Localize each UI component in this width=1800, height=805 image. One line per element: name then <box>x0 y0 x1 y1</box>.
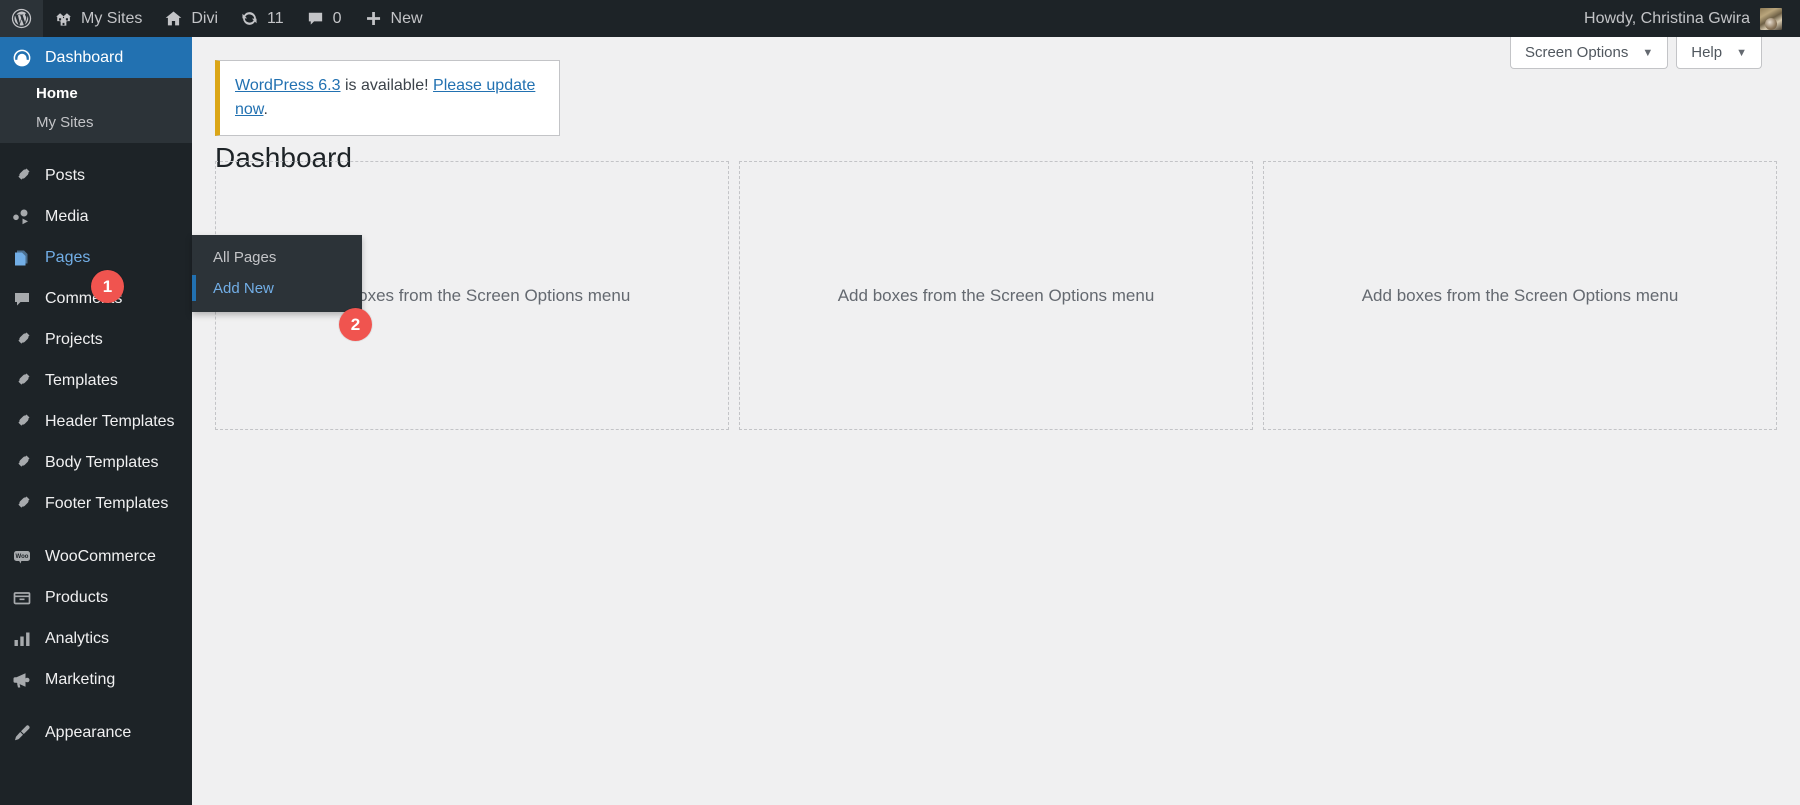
pin-icon <box>12 166 38 186</box>
admin-content-area: Screen Options ▼ Help ▼ WordPress 6.3 is… <box>192 37 1800 805</box>
wordpress-version-link[interactable]: WordPress 6.3 <box>235 77 341 94</box>
menu-separator <box>0 143 192 155</box>
dashboard-column-3[interactable]: Add boxes from the Screen Options menu <box>1263 161 1777 430</box>
submenu-item-home[interactable]: Home <box>0 79 192 108</box>
admin-bar: My Sites Divi 11 0 New Howdy, Christina … <box>0 0 1800 37</box>
flyout-item-all-pages[interactable]: All Pages <box>192 242 362 273</box>
pin-icon <box>12 330 38 350</box>
update-notice: WordPress 6.3 is available! Please updat… <box>215 60 560 136</box>
menu-separator <box>0 524 192 536</box>
pin-icon <box>12 371 38 391</box>
wordpress-logo-button[interactable] <box>0 0 43 37</box>
sidebar-item-label: Posts <box>45 166 86 184</box>
sidebar-item-dashboard[interactable]: Dashboard <box>0 37 200 78</box>
dashboard-submenu: Home My Sites <box>0 78 192 143</box>
chevron-down-icon: ▼ <box>1642 46 1654 59</box>
admin-bar-item-comments[interactable]: 0 <box>295 0 353 37</box>
help-label: Help <box>1691 44 1723 61</box>
submenu-item-my-sites[interactable]: My Sites <box>0 108 192 137</box>
sidebar-item-label: Body Templates <box>45 453 159 471</box>
admin-bar-item-updates[interactable]: 11 <box>229 0 295 37</box>
screen-options-label: Screen Options <box>1524 44 1629 61</box>
products-icon <box>12 588 38 608</box>
dashboard-column-2[interactable]: Add boxes from the Screen Options menu <box>739 161 1253 430</box>
media-icon <box>12 207 38 227</box>
empty-column-text: Add boxes from the Screen Options menu <box>1361 285 1679 305</box>
sidebar-item-label: Products <box>45 588 109 606</box>
admin-bar-account-menu[interactable]: Howdy, Christina Gwira <box>1573 0 1800 37</box>
sidebar-item-label: Marketing <box>45 670 116 688</box>
sidebar-item-marketing[interactable]: Marketing <box>0 659 192 700</box>
avatar <box>1760 7 1782 30</box>
sidebar-item-footer-templates[interactable]: Footer Templates <box>0 483 192 524</box>
step-badge-2: 2 <box>339 308 372 341</box>
admin-bar-label: Divi <box>191 9 219 27</box>
dashboard-icon <box>12 48 38 68</box>
analytics-icon <box>12 629 38 649</box>
updates-icon <box>240 9 259 28</box>
notice-period: . <box>263 101 268 118</box>
dashboard-widget-area: Add boxes from the Screen Options menu A… <box>215 161 1777 430</box>
step-badge-1: 1 <box>91 270 124 303</box>
sidebar-item-media[interactable]: Media <box>0 196 192 237</box>
admin-bar-updates-count: 11 <box>267 9 284 27</box>
notice-middle-text: is available! <box>340 77 434 94</box>
svg-text:Woo: Woo <box>16 554 29 560</box>
help-button[interactable]: Help ▼ <box>1676 37 1762 69</box>
sidebar-item-pages[interactable]: Pages <box>0 237 192 278</box>
screen-meta-links: Screen Options ▼ Help ▼ <box>1509 37 1762 69</box>
screen-options-button[interactable]: Screen Options ▼ <box>1509 37 1669 69</box>
sidebar-item-label: Analytics <box>45 629 110 647</box>
admin-bar-label: New <box>390 9 423 27</box>
comment-bubble-icon <box>306 9 325 28</box>
flyout-item-add-new[interactable]: Add New <box>192 273 362 304</box>
sidebar-item-label: Media <box>45 207 89 225</box>
sidebar-item-label: WooCommerce <box>45 547 156 565</box>
wordpress-logo-icon <box>11 8 32 29</box>
sidebar-item-appearance[interactable]: Appearance <box>0 712 192 753</box>
sidebar-item-templates[interactable]: Templates <box>0 360 192 401</box>
sidebar-item-label: Pages <box>45 248 91 266</box>
sidebar-item-body-templates[interactable]: Body Templates <box>0 442 192 483</box>
pin-icon <box>12 453 38 473</box>
admin-bar-label: My Sites <box>81 9 143 27</box>
home-icon <box>164 9 183 28</box>
megaphone-icon <box>12 670 38 690</box>
plus-icon <box>364 9 383 28</box>
admin-bar-comments-count: 0 <box>332 9 342 27</box>
pages-icon <box>12 248 38 268</box>
comment-bubble-icon <box>12 289 38 309</box>
sidebar-item-label: Appearance <box>45 723 132 741</box>
woo-icon: Woo <box>12 547 38 567</box>
chevron-down-icon: ▼ <box>1736 46 1747 59</box>
pin-icon <box>12 494 38 514</box>
admin-bar-item-site-name[interactable]: Divi <box>153 0 229 37</box>
admin-bar-item-my-sites[interactable]: My Sites <box>43 0 153 37</box>
sidebar-item-label: Projects <box>45 330 103 348</box>
sidebar-item-label: Templates <box>45 371 118 389</box>
empty-column-text: Add boxes from the Screen Options menu <box>837 285 1155 305</box>
sidebar-item-woocommerce[interactable]: Woo WooCommerce <box>0 536 192 577</box>
sidebar-item-projects[interactable]: Projects <box>0 319 192 360</box>
pin-icon <box>12 412 38 432</box>
sidebar-item-analytics[interactable]: Analytics <box>0 618 192 659</box>
sidebar-item-posts[interactable]: Posts <box>0 155 192 196</box>
sidebar-item-label: Dashboard <box>45 48 124 66</box>
brush-icon <box>12 723 38 743</box>
sidebar-item-products[interactable]: Products <box>0 577 192 618</box>
sidebar-item-label: Footer Templates <box>45 494 169 512</box>
sidebar-item-label: Header Templates <box>45 412 175 430</box>
multisite-icon <box>54 9 73 28</box>
admin-bar-item-new[interactable]: New <box>353 0 434 37</box>
sidebar-item-header-templates[interactable]: Header Templates <box>0 401 192 442</box>
howdy-label: Howdy, Christina Gwira <box>1584 9 1750 27</box>
pages-flyout-submenu: All Pages Add New <box>192 235 362 312</box>
menu-separator <box>0 700 192 712</box>
admin-sidebar-menu: Dashboard Home My Sites Posts Media Page… <box>0 37 200 805</box>
